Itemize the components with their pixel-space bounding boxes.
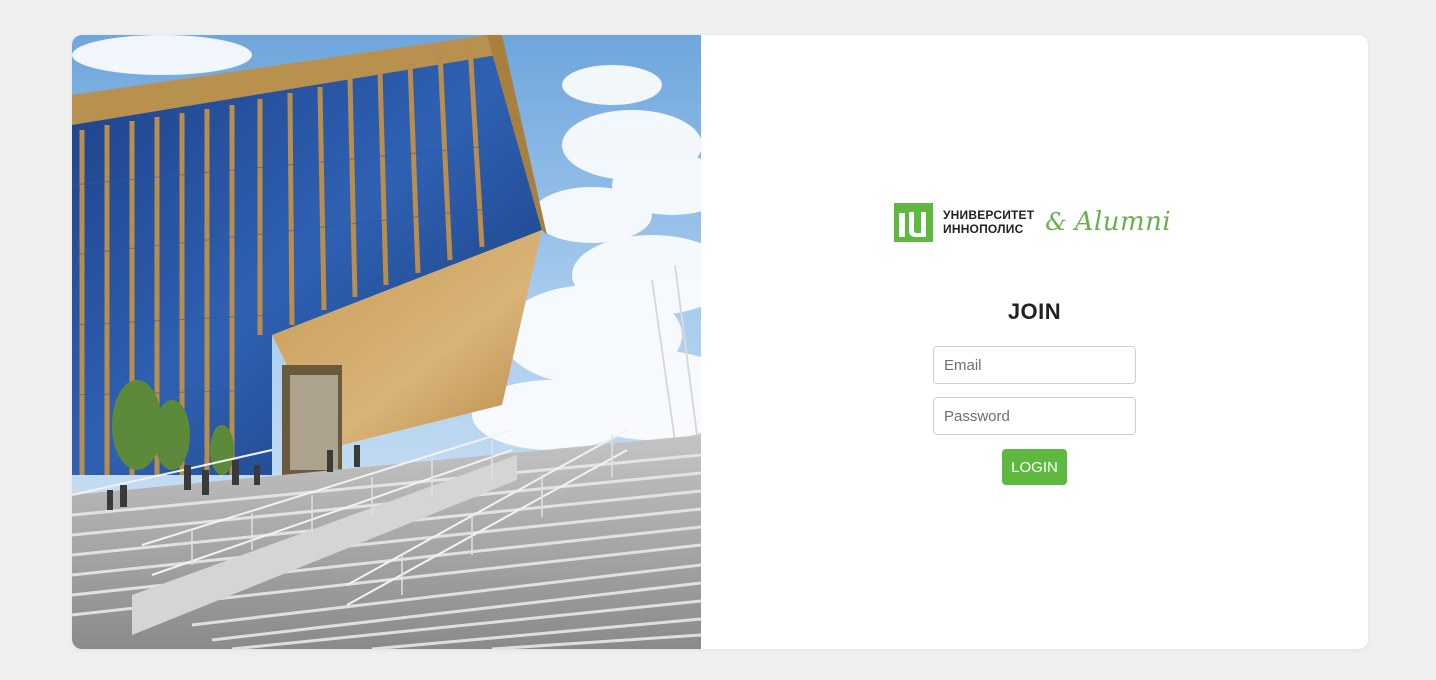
join-title: JOIN xyxy=(1007,299,1062,324)
email-field[interactable] xyxy=(933,346,1136,384)
logo-alumni-text: Alumni xyxy=(1074,207,1172,237)
innopolis-alumni-logo: УНИВЕРСИТЕТ ИННОПОЛИС & Alumni xyxy=(894,202,1171,242)
university-name-line1: УНИВЕРСИТЕТ xyxy=(943,208,1035,222)
innopolis-logo-icon xyxy=(894,202,933,242)
login-card: УНИВЕРСИТЕТ ИННОПОЛИС & Alumni JOIN LOGI… xyxy=(72,35,1368,649)
campus-building-photo xyxy=(72,35,701,649)
logo-ampersand: & xyxy=(1045,208,1067,236)
university-name-line2: ИННОПОЛИС xyxy=(943,222,1024,236)
university-name: УНИВЕРСИТЕТ ИННОПОЛИС xyxy=(943,208,1034,236)
login-form-panel: УНИВЕРСИТЕТ ИННОПОЛИС & Alumni JOIN LOGI… xyxy=(701,35,1368,649)
password-field[interactable] xyxy=(933,397,1136,435)
login-button[interactable]: LOGIN xyxy=(1002,449,1067,485)
